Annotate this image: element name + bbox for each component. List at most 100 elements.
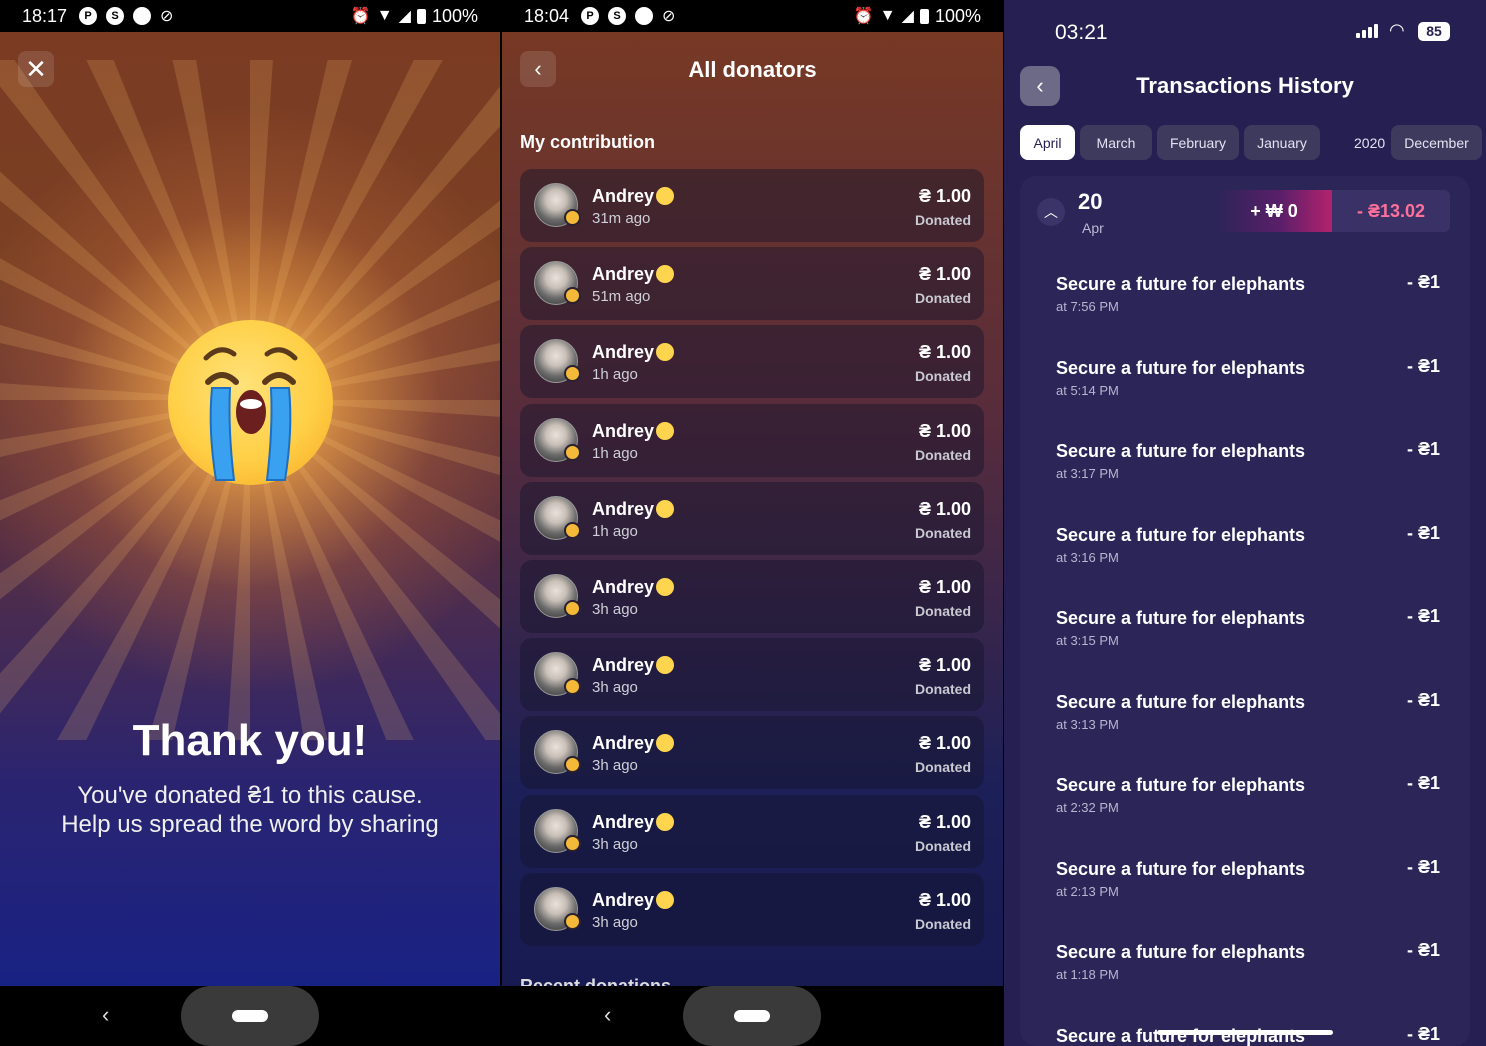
transaction-amount: - ₴1: [1406, 439, 1440, 459]
transaction-list: Secure a future for elephants at 7:56 PM -…: [1020, 256, 1470, 1046]
status-right: ⏰ ▼ ◢ 100%: [351, 6, 478, 27]
donor-name: Andrey: [592, 577, 675, 598]
donor-amount: ₴ 1.00: [918, 655, 971, 676]
rolling-eyes-icon: [656, 890, 675, 909]
transaction-title: Secure a future for elephants: [1056, 858, 1306, 879]
donor-time: 1h ago: [592, 366, 638, 384]
donor-name: Andrey: [592, 733, 675, 754]
transaction-amount: - ₴1: [1406, 606, 1440, 626]
avatar-badge-icon: [564, 209, 581, 226]
status-right: ⏰ ▼ ◢ 100%: [854, 6, 981, 27]
donor-status: Donated: [915, 837, 971, 854]
tab-march[interactable]: March: [1080, 125, 1152, 160]
rolling-eyes-icon: [656, 421, 675, 440]
donor-name: Andrey: [592, 811, 675, 833]
year-label: 2020: [1354, 134, 1386, 151]
transaction-time: at 2:13 PM: [1056, 883, 1119, 899]
transaction-row[interactable]: Secure a future for elephants at 7:56 PM -…: [1020, 256, 1470, 340]
battery-icon: [919, 8, 929, 24]
day-month: Apr: [1082, 220, 1104, 236]
alarm-icon: ⏰: [853, 8, 874, 25]
donor-row[interactable]: Andrey 3h ago ₴ 1.00 Donated: [520, 794, 984, 868]
donor-name-text: Andrey: [592, 811, 655, 832]
transaction-row[interactable]: Secure a future for elephants at 5:14 PM -…: [1020, 340, 1470, 424]
transaction-time: at 2:32 PM: [1056, 800, 1119, 815]
donor-row[interactable]: Andrey 51m ago ₴ 1.00 Donated: [520, 247, 984, 321]
transaction-row[interactable]: Secure a future for elephants at 3:13 PM -…: [1020, 674, 1470, 758]
thank-you-screen: 18:17 P S ⊘ ⏰ ▼ ◢ 100% ✕ Thank you! You'…: [0, 0, 500, 1046]
rolling-eyes-icon: [656, 499, 675, 518]
tab-april[interactable]: April: [1020, 125, 1075, 160]
status-time: 03:21: [1055, 21, 1108, 44]
donor-time: 31m ago: [592, 210, 651, 227]
donor-row[interactable]: Andrey 3h ago ₴ 1.00 Donated: [520, 559, 984, 633]
circle-icon: [635, 7, 654, 25]
transaction-time: at 5:14 PM: [1056, 382, 1119, 398]
transaction-title: Secure a future for elephants: [1056, 608, 1306, 628]
donor-time: 1h ago: [592, 444, 638, 462]
rolling-eyes-icon: [656, 734, 675, 753]
transaction-amount: - ₴1: [1406, 856, 1440, 877]
nav-back-icon[interactable]: ‹: [102, 1002, 109, 1028]
avatar-badge-icon: [564, 678, 581, 696]
transaction-row[interactable]: Secure a future for elephants at 1:18 PM -…: [1020, 924, 1470, 1008]
transaction-row[interactable]: Secure a future for elephants at 3:16 PM -…: [1020, 507, 1470, 591]
close-button[interactable]: ✕: [18, 51, 54, 87]
donor-row[interactable]: Andrey 3h ago ₴ 1.00 Donated: [520, 638, 984, 712]
transaction-time: at 3:13 PM: [1056, 716, 1119, 732]
day-header: ︿ 20 Apr + ₩ 0 - ₴13.02: [1020, 176, 1470, 248]
do-not-disturb-icon: ⊘: [160, 8, 174, 25]
section-title: My contribution: [520, 132, 655, 152]
donor-row[interactable]: Andrey 3h ago ₴ 1.00 Donated: [520, 872, 984, 946]
income-total: + ₩ 0: [1216, 190, 1332, 232]
transaction-title: Secure a future for elephants: [1056, 691, 1306, 712]
donor-name-text: Andrey: [592, 420, 655, 441]
transaction-title: Secure a future for elephants: [1056, 274, 1306, 294]
thank-you-heading: Thank you!: [132, 716, 368, 765]
nav-home-pill[interactable]: [181, 986, 319, 1046]
nav-back-icon[interactable]: ‹: [604, 1002, 611, 1028]
status-time: 18:17: [22, 5, 68, 26]
avatar-badge-icon: [564, 834, 581, 852]
donor-status: Donated: [915, 368, 971, 385]
rolling-eyes-icon: [656, 343, 675, 362]
battery-icon: [416, 8, 426, 24]
chevron-up-icon: ︿: [1044, 204, 1058, 220]
transaction-title: Secure a future for elephants: [1056, 441, 1306, 461]
transaction-row[interactable]: Secure a future for elephants - ₴1: [1020, 1008, 1470, 1046]
nav-home-pill[interactable]: [683, 986, 821, 1046]
app-icon-p: P: [79, 7, 98, 25]
donor-status: Donated: [915, 290, 971, 307]
collapse-button[interactable]: ︿: [1037, 198, 1065, 226]
transaction-row[interactable]: Secure a future for elephants at 3:15 PM -…: [1020, 590, 1470, 674]
donor-row[interactable]: Andrey 31m ago ₴ 1.00 Donated: [520, 169, 984, 242]
tab-february[interactable]: February: [1157, 125, 1239, 160]
tab-december[interactable]: December: [1391, 125, 1482, 160]
transaction-time: at 3:15 PM: [1056, 633, 1119, 648]
transaction-row[interactable]: Secure a future for elephants at 3:17 PM -…: [1020, 423, 1470, 507]
do-not-disturb-icon: ⊘: [662, 8, 676, 25]
status-time: 18:04: [524, 5, 570, 26]
month-tabs: April March February January 2020 Decemb…: [1020, 125, 1486, 160]
donor-time: 3h ago: [592, 679, 638, 697]
battery-icon: 85: [1418, 22, 1450, 41]
donor-row[interactable]: Andrey 1h ago ₴ 1.00 Donated: [520, 481, 984, 555]
status-bar: 18:04 P S ⊘ ⏰ ▼ ◢ 100%: [502, 0, 1003, 32]
donor-time: 3h ago: [592, 600, 638, 618]
transaction-row[interactable]: Secure a future for elephants at 2:13 PM -…: [1020, 841, 1470, 925]
avatar-badge-icon: [564, 756, 581, 774]
tab-january[interactable]: January: [1244, 125, 1320, 160]
avatar-badge-icon: [564, 443, 581, 461]
donor-row[interactable]: Andrey 1h ago ₴ 1.00 Donated: [520, 325, 984, 399]
wifi-icon: ◠: [1389, 20, 1405, 40]
donor-amount: ₴ 1.00: [918, 420, 971, 441]
all-donators-screen: 18:04 P S ⊘ ⏰ ▼ ◢ 100% ‹ All donators My…: [502, 0, 1003, 1046]
donor-row[interactable]: Andrey 1h ago ₴ 1.00 Donated: [520, 403, 984, 477]
signal-icon: ◢: [901, 8, 914, 25]
transaction-row[interactable]: Secure a future for elephants at 2:32 PM -…: [1020, 757, 1470, 841]
donor-row[interactable]: Andrey 3h ago ₴ 1.00 Donated: [520, 716, 984, 790]
donor-amount: ₴ 1.00: [918, 811, 971, 832]
donor-name: Andrey: [592, 890, 675, 911]
donor-amount: ₴ 1.00: [918, 264, 971, 285]
donor-name-text: Andrey: [592, 733, 655, 754]
